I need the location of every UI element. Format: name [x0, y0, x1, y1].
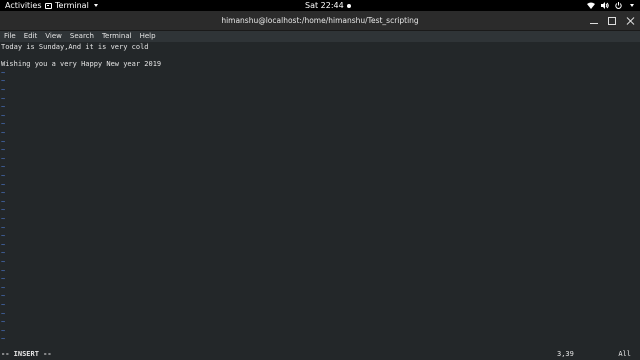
clock-label: Sat 22:44 — [305, 1, 344, 10]
notification-dot-icon — [346, 3, 351, 8]
app-menu-label: Terminal — [55, 1, 89, 10]
clock[interactable]: Sat 22:44 — [305, 0, 351, 11]
empty-line-tilde: ~ — [1, 275, 6, 284]
window-title-bar: himanshu@localhost:/home/himanshu/Test_s… — [0, 11, 640, 31]
empty-line-tilde: ~ — [1, 163, 6, 172]
empty-line-tilde: ~ — [1, 86, 6, 94]
minimize-button[interactable] — [590, 17, 598, 25]
empty-line-tilde: ~ — [1, 111, 6, 120]
empty-line-tilde: ~ — [1, 240, 6, 249]
empty-line-tilde: ~ — [1, 197, 6, 206]
empty-line-tilde: ~ — [1, 137, 6, 146]
close-button[interactable] — [626, 17, 634, 25]
empty-line-tilde: ~ — [1, 249, 6, 258]
maximize-button[interactable] — [608, 17, 616, 25]
empty-line-tilde: ~ — [1, 223, 6, 232]
power-icon — [615, 2, 622, 9]
empty-line-tilde: ~ — [1, 180, 6, 189]
wifi-icon — [587, 2, 595, 9]
empty-line-tilde: ~ — [1, 283, 6, 292]
app-menu[interactable]: Terminal — [45, 0, 98, 11]
editor-line[interactable]: Wishing you a very Happy New year 2019 — [1, 60, 161, 69]
vim-mode-indicator: -- INSERT -- — [1, 350, 52, 358]
cursor-position: 3,39 — [557, 350, 574, 358]
empty-line-tilde: ~ — [1, 215, 6, 223]
empty-line-tilde: ~ — [1, 77, 6, 86]
empty-line-tilde: ~ — [1, 154, 6, 163]
empty-line-tilde: ~ — [1, 172, 6, 180]
empty-line-tilde: ~ — [1, 326, 6, 335]
activities-button[interactable]: Activities — [5, 0, 42, 11]
scroll-position: All — [618, 350, 631, 358]
menu-bar: File Edit View Search Terminal Help — [0, 31, 640, 42]
top-bar: Activities Terminal Sat 22:44 — [0, 0, 640, 11]
empty-line-tilde: ~ — [1, 129, 6, 137]
window-controls — [590, 11, 634, 31]
menu-edit[interactable]: Edit — [24, 31, 38, 42]
menu-file[interactable]: File — [4, 31, 16, 42]
window-title: himanshu@localhost:/home/himanshu/Test_s… — [221, 16, 419, 25]
empty-line-tilde: ~ — [1, 103, 6, 112]
empty-line-tilde: ~ — [1, 189, 6, 198]
menu-search[interactable]: Search — [70, 31, 94, 42]
empty-line-tilde: ~ — [1, 301, 6, 309]
menu-terminal[interactable]: Terminal — [102, 31, 132, 42]
menu-view[interactable]: View — [45, 31, 62, 42]
empty-line-tilde: ~ — [1, 309, 6, 318]
empty-line-tilde: ~ — [1, 68, 6, 77]
empty-line-tilde: ~ — [1, 94, 6, 103]
empty-line-tilde: ~ — [1, 292, 6, 301]
editor-line[interactable]: Today is Sunday,And it is very cold — [1, 43, 149, 52]
empty-line-tilde: ~ — [1, 120, 6, 129]
menu-help[interactable]: Help — [140, 31, 156, 42]
chevron-down-icon — [93, 4, 98, 7]
system-tray[interactable] — [587, 0, 634, 11]
empty-line-tilde: ~ — [1, 146, 6, 155]
terminal-area[interactable]: Today is Sunday,And it is very cold Wish… — [0, 42, 640, 360]
vim-status-line: -- INSERT -- 3,39 All — [0, 348, 640, 360]
empty-line-tilde: ~ — [1, 258, 6, 266]
empty-line-tilde: ~ — [1, 318, 6, 327]
volume-icon — [601, 2, 609, 9]
empty-line-tilde: ~ — [1, 206, 6, 215]
empty-line-tilde: ~ — [1, 232, 6, 241]
chevron-down-icon — [630, 4, 634, 7]
empty-line-tilde: ~ — [1, 266, 6, 275]
empty-line-tilde: ~ — [1, 335, 6, 344]
terminal-app-icon — [45, 2, 52, 9]
